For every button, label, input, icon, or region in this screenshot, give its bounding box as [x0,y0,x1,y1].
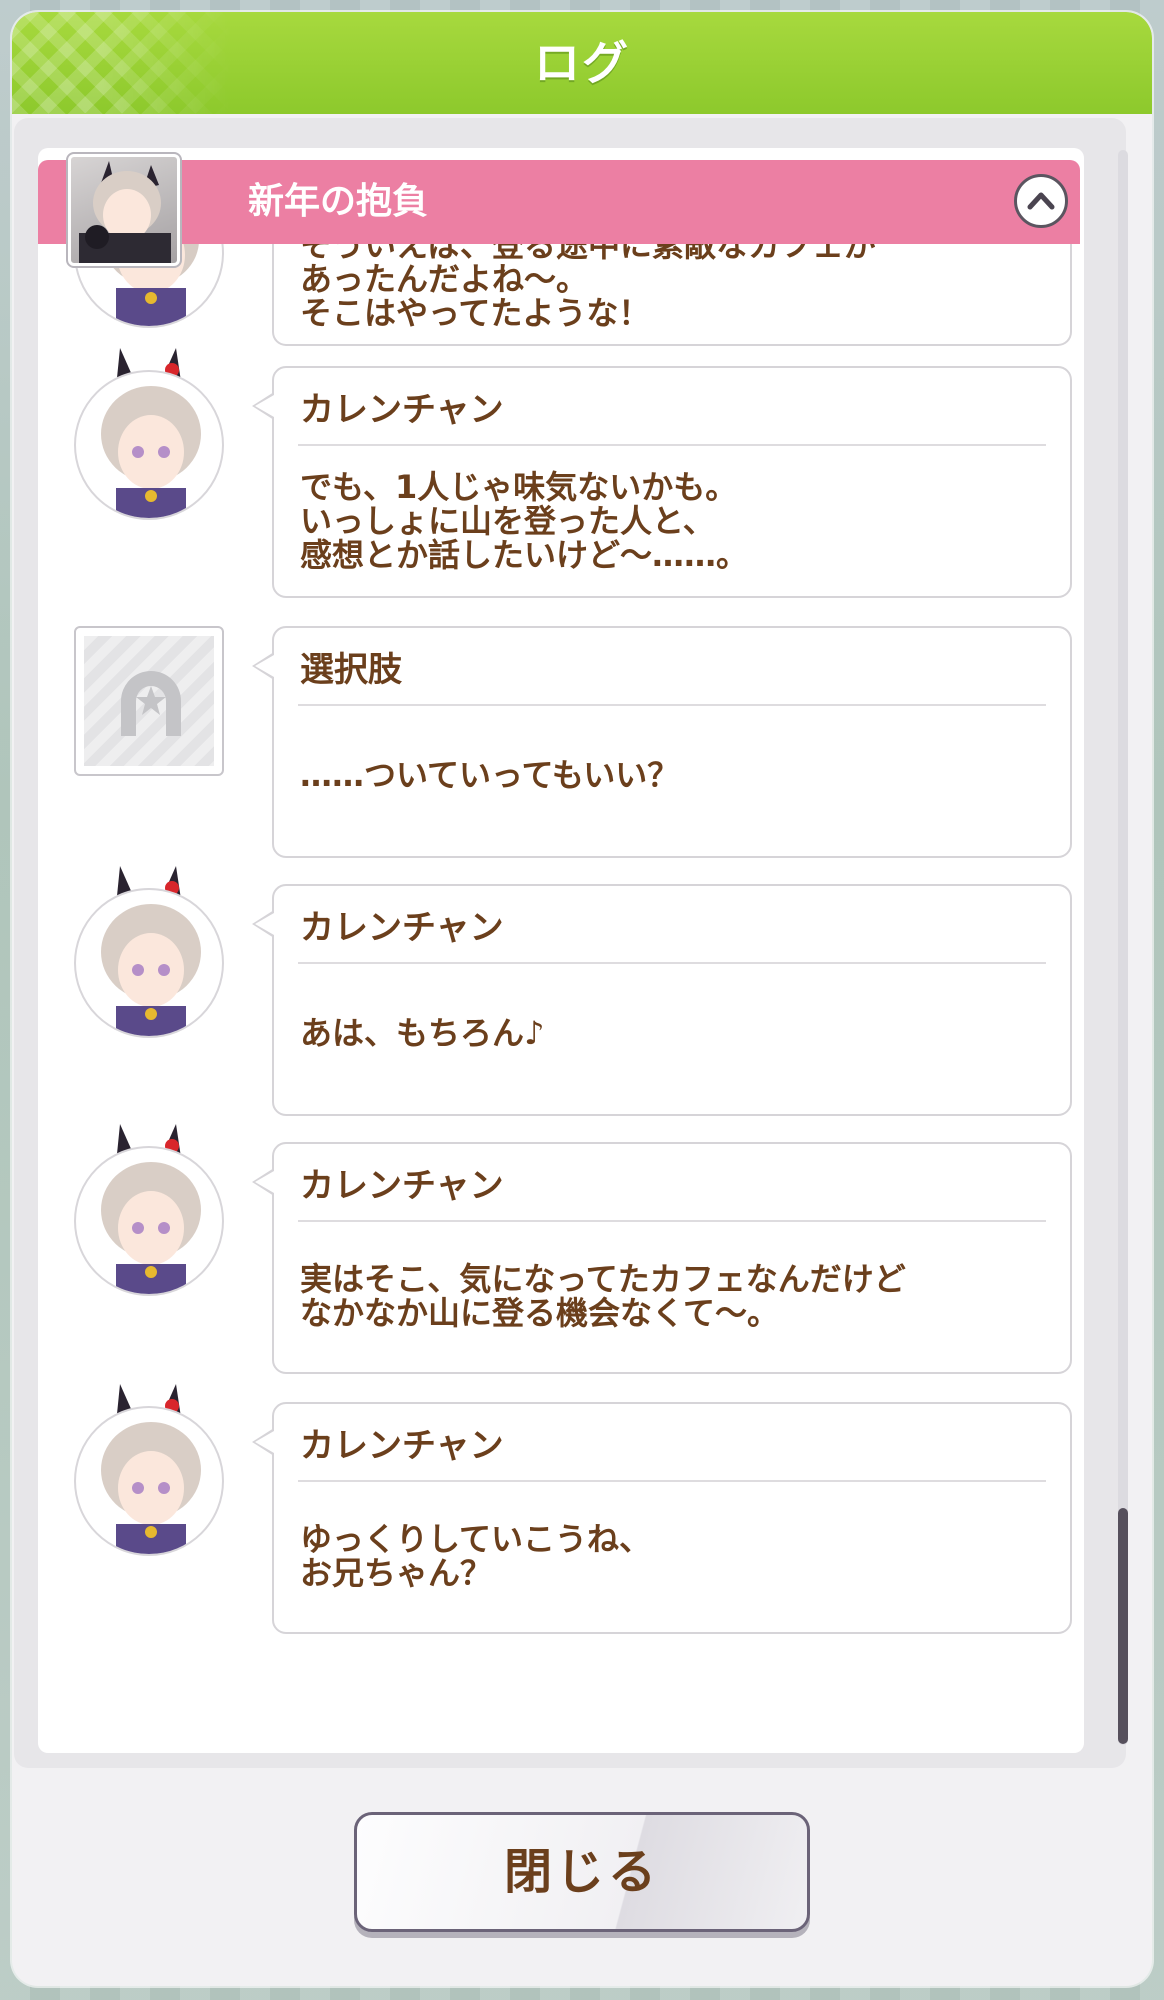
speaker-name: カレンチャン [300,908,504,948]
speaker-name: カレンチャン [300,1426,504,1466]
close-button[interactable]: 閉じる [354,1812,810,1932]
section-header[interactable]: 新年の抱負 [38,160,1080,244]
message-text: でも、1人じゃ味気ないかも。 いっしょに山を登った人と、 感想とか話したいけど〜… [300,468,749,574]
section-title: 新年の抱負 [248,181,429,222]
log-entry: そういえば、登る途中に素敵なカフェが あったんだよね〜。 そこはやってたような！ [38,244,1084,364]
message-bubble: 選択肢 ……ついていってもいい？ [252,626,1072,858]
message-bubble: カレンチャン ゆっくりしていこうね、 お兄ちゃん？ [252,1402,1072,1634]
message-text: 実はそこ、気になってたカフェなんだけど なかなか山に登る機会なくて〜。 [300,1260,906,1332]
message-text: あは、もちろん♪ [300,1014,545,1052]
scrollbar-thumb[interactable] [1118,1508,1128,1744]
bubble-divider [298,1480,1046,1482]
bubble-divider [298,962,1046,964]
log-entry: カレンチャン でも、1人じゃ味気ないかも。 いっしょに山を登った人と、 感想とか… [38,348,1084,610]
bubble-divider [298,1220,1046,1222]
horseshoe-star-icon [121,671,181,736]
log-entry: カレンチャン ゆっくりしていこうね、 お兄ちゃん？ [38,1384,1084,1646]
dialog-title: ログ [534,36,630,90]
section-thumbnail [66,152,182,268]
character-avatar [74,348,224,520]
scrollbar[interactable] [1118,150,1128,1745]
bubble-divider [298,444,1046,446]
message-bubble: カレンチャン 実はそこ、気になってたカフェなんだけど なかなか山に登る機会なくて… [252,1142,1072,1374]
log-entry: カレンチャン 実はそこ、気になってたカフェなんだけど なかなか山に登る機会なくて… [38,1124,1084,1386]
collapse-button[interactable] [1014,174,1068,228]
dialog-header: ログ [12,12,1152,114]
message-bubble: カレンチャン あは、もちろん♪ [252,884,1072,1116]
speaker-name: カレンチャン [300,1166,504,1206]
message-bubble: カレンチャン でも、1人じゃ味気ないかも。 いっしょに山を登った人と、 感想とか… [252,366,1072,598]
message-bubble: そういえば、登る途中に素敵なカフェが あったんだよね〜。 そこはやってたような！ [272,244,1072,346]
log-entry-choice: 選択肢 ……ついていってもいい？ [38,626,1084,870]
message-text: ……ついていってもいい？ [300,756,680,794]
speaker-name: 選択肢 [300,650,402,690]
choice-avatar [74,626,224,776]
speaker-name: カレンチャン [300,390,504,430]
message-text: ゆっくりしていこうね、 お兄ちゃん？ [300,1520,652,1592]
close-button-label: 閉じる [503,1844,660,1900]
log-list[interactable]: そういえば、登る途中に素敵なカフェが あったんだよね〜。 そこはやってたような！ [38,244,1084,1753]
bubble-divider [298,704,1046,706]
message-text: そういえば、登る途中に素敵なカフェが あったんだよね〜。 そこはやってたような！ [300,244,877,332]
chevron-up-icon [1027,192,1055,210]
character-avatar [74,1124,224,1296]
character-avatar [74,866,224,1038]
log-entry: カレンチャン あは、もちろん♪ [38,866,1084,1128]
character-avatar [74,1384,224,1556]
